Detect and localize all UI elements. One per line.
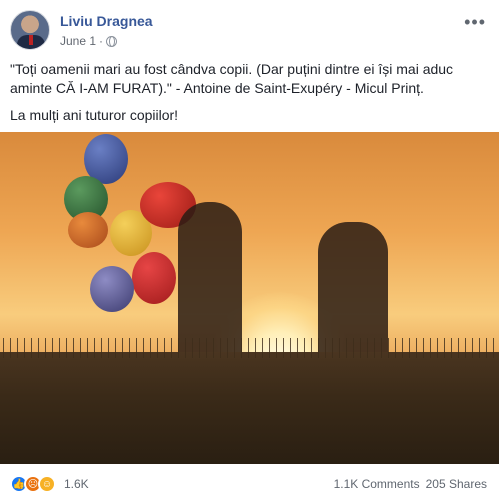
- globe-icon[interactable]: [106, 35, 118, 47]
- post-photo[interactable]: [0, 132, 499, 464]
- meta-separator: ·: [99, 34, 104, 48]
- post-date[interactable]: June 1: [60, 34, 96, 48]
- balloon-red: [132, 252, 176, 304]
- post-header: Liviu Dragnea June 1 · •••: [10, 10, 490, 52]
- reactions-bar[interactable]: 👍 ☹ ☺ 1.6K: [10, 474, 89, 494]
- post-text: "Toți oamenii mari au fost cândva copii.…: [10, 60, 490, 133]
- balloon-purple: [90, 266, 134, 312]
- avatar-tie: [29, 35, 33, 45]
- post-quote: "Toți oamenii mari au fost cândva copii.…: [10, 61, 454, 96]
- post-greeting: La mulți ani tuturor copiilor!: [10, 107, 179, 123]
- post-stats: 1.1K Comments 205 Shares: [334, 477, 487, 491]
- grass-field: [0, 338, 499, 464]
- haha-icon: ☺: [38, 475, 56, 493]
- comments-count[interactable]: 1.1K Comments: [334, 477, 420, 491]
- facebook-post: Liviu Dragnea June 1 · ••• "Toți oamenii…: [0, 0, 499, 501]
- balloon-orange: [68, 212, 108, 248]
- shares-count[interactable]: 205 Shares: [426, 477, 487, 491]
- reaction-count[interactable]: 1.6K: [64, 477, 89, 491]
- post-meta: June 1 ·: [60, 34, 118, 48]
- author-name[interactable]: Liviu Dragnea: [60, 13, 153, 29]
- avatar[interactable]: [10, 10, 50, 50]
- more-options-icon[interactable]: •••: [464, 12, 486, 33]
